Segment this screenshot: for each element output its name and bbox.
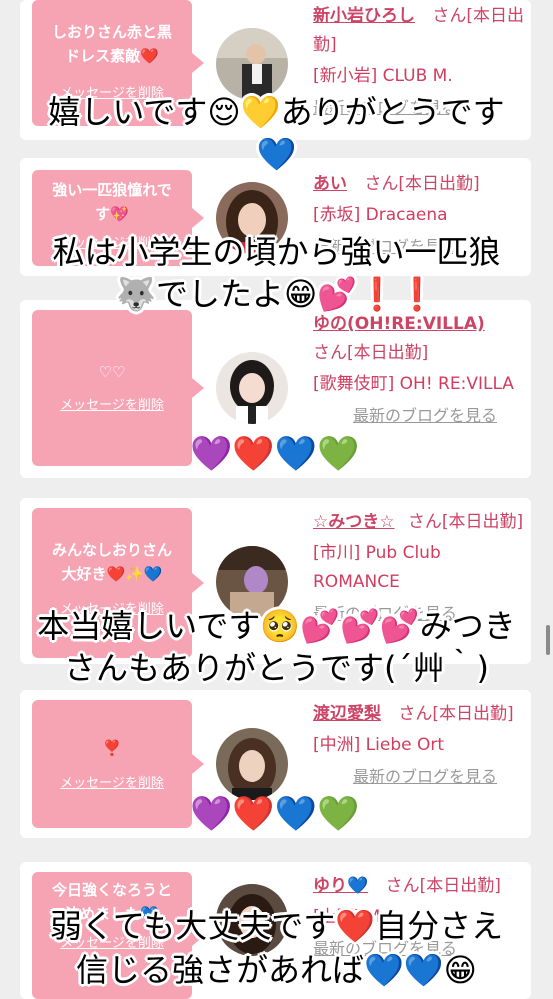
cast-name-link[interactable]: ゆの(OH!RE:VILLA) — [313, 314, 485, 334]
blog-link[interactable]: 最新のブログを見る — [313, 762, 525, 791]
overlay-caption: 嬉しいです😌💛ありがとうです — [48, 93, 505, 131]
scrollbar[interactable] — [546, 625, 550, 655]
message-text: みんなしおりさん大好き❤️✨💙 — [51, 541, 172, 583]
message-text: 強い一匹狼憧れです💖 — [52, 181, 172, 223]
shop-name: [中洲] Liebe Ort — [313, 735, 445, 755]
overlay-caption: さんもありがとうです(´艸｀) — [64, 649, 489, 687]
cast-info: ゆの(OH!RE:VILLA) さん[本日出勤] [歌舞伎町] OH! RE:V… — [313, 310, 525, 430]
overlay-caption: 弱くても大丈夫です❤️自分さえ — [49, 907, 504, 945]
overlay-caption: 本当嬉しいです🥺💕💕💕みつき — [37, 607, 516, 645]
overlay-hearts: 💜❤️💙💚 — [190, 794, 360, 834]
cast-status: さん[本日出勤] — [313, 343, 429, 363]
shop-name: [赤坂] Dracaena — [313, 205, 448, 225]
delete-message-link[interactable]: メッセージを削除 — [32, 772, 192, 791]
cast-name-link[interactable]: 渡辺愛梨 — [313, 704, 381, 724]
avatar[interactable] — [216, 728, 288, 800]
shop-name: [市川] Pub Club ROMANCE — [313, 543, 441, 592]
message-bubble: ♡♡ メッセージを削除 — [32, 310, 204, 466]
overlay-caption: 💙 — [256, 135, 297, 173]
overlay-caption: 🐺でしたよ😁💕❗❗ — [116, 275, 437, 313]
blog-link[interactable]: 最新のブログを見る — [313, 401, 525, 430]
cast-status: さん[本日出勤] — [398, 704, 514, 724]
overlay-hearts: 💜❤️💙💚 — [190, 434, 360, 474]
overlay-caption: 私は小学生の頃から強い一匹狼 — [52, 233, 501, 271]
avatar[interactable] — [216, 28, 288, 100]
cast-name-link[interactable]: ゆり💙 — [313, 876, 368, 896]
cast-status: さん[本日出勤] — [364, 174, 480, 194]
message-text: ❣️ — [102, 739, 122, 757]
message-bubble: ❣️ メッセージを削除 — [32, 700, 204, 828]
cast-info: 渡辺愛梨 さん[本日出勤] [中洲] Liebe Ort 最新のブログを見る — [313, 700, 525, 791]
cast-name-link[interactable]: あい — [313, 174, 347, 194]
avatar[interactable] — [216, 352, 288, 424]
cast-name-link[interactable]: ☆みつき☆ — [313, 512, 394, 532]
message-text: ♡♡ — [98, 363, 126, 381]
delete-message-link[interactable]: メッセージを削除 — [32, 394, 192, 413]
shop-name: [歌舞伎町] OH! RE:VILLA — [313, 374, 514, 394]
message-text: しおりさん赤と黒ドレス素敵❤️ — [51, 23, 172, 65]
cast-status: さん[本日出勤] — [385, 876, 501, 896]
cast-status: さん[本日出勤] — [407, 512, 524, 532]
overlay-caption: 信じる強さがあれば💙💙😁 — [75, 951, 478, 989]
cast-name-link[interactable]: 新小岩ひろし — [313, 6, 415, 26]
shop-name: [新小岩] CLUB M. — [313, 66, 453, 86]
